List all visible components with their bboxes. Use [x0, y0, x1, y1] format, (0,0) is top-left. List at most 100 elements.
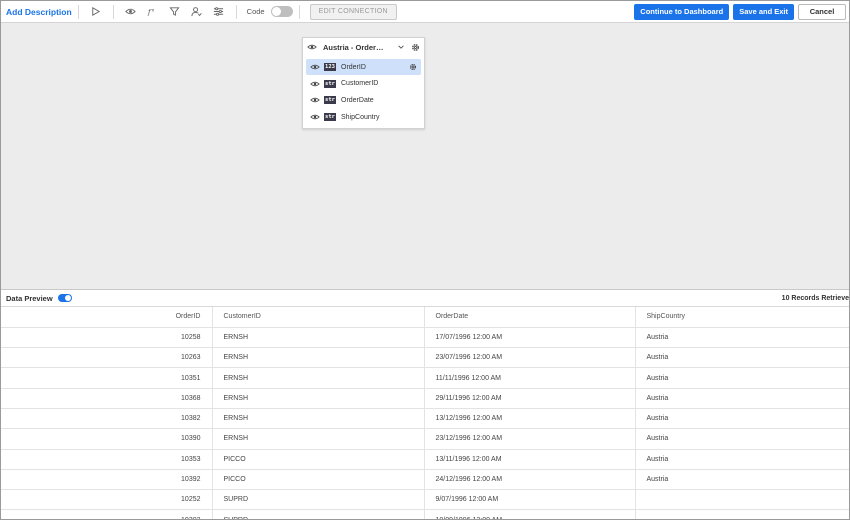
eye-icon[interactable] [307, 43, 317, 51]
field-name: OrderID [341, 63, 366, 71]
cell-shipcountry: Austria [635, 428, 849, 450]
cell-shipcountry: Austria [635, 449, 849, 470]
cell-customerid: PICCO [212, 469, 425, 491]
table-row[interactable]: 10252 SUPRD 9/07/1996 12:00 AM [1, 489, 849, 511]
cell-orderdate: 13/12/1996 12:00 AM [424, 408, 636, 430]
cell-orderdate: 9/07/1996 12:00 AM [424, 489, 636, 511]
type-badge: str [324, 113, 336, 122]
table-row[interactable]: 10382 ERNSH 13/12/1996 12:00 AM Austria [1, 408, 849, 430]
cell-orderdate: 17/07/1996 12:00 AM [424, 327, 636, 349]
eye-icon[interactable] [310, 80, 320, 88]
data-preview-bar: Data Preview 10 Records Retrieve [1, 289, 849, 307]
field-row[interactable]: str ShipCountry [306, 109, 421, 125]
edit-connection-button[interactable]: EDIT CONNECTION [309, 3, 397, 20]
type-badge: str [324, 79, 336, 88]
cell-shipcountry: Austria [635, 347, 849, 369]
code-label: Code [246, 7, 265, 16]
type-badge: str [324, 96, 336, 105]
table-row[interactable]: 10263 ERNSH 23/07/1996 12:00 AM Austria [1, 347, 849, 369]
continue-to-dashboard-button[interactable]: Continue to Dashboard [634, 3, 730, 20]
table-row[interactable]: 10390 ERNSH 23/12/1996 12:00 AM Austria [1, 428, 849, 450]
table-row[interactable]: 10258 ERNSH 17/07/1996 12:00 AM Austria [1, 327, 849, 349]
cell-customerid: SUPRD [212, 489, 425, 511]
cell-orderid: 10392 [1, 469, 213, 491]
cancel-button[interactable]: Cancel [798, 3, 846, 20]
column-header-shipcountry[interactable]: ShipCountry [635, 307, 849, 328]
field-name: OrderDate [341, 96, 374, 104]
cell-orderdate: 23/07/1996 12:00 AM [424, 347, 636, 369]
filter-icon[interactable] [165, 3, 185, 21]
play-icon[interactable] [86, 3, 106, 21]
table-card[interactable]: Austria - Order In... 123 OrderID str Custo… [302, 37, 425, 129]
eye-icon[interactable] [121, 3, 141, 21]
field-name: ShipCountry [341, 113, 380, 121]
settings-sliders-icon[interactable] [209, 3, 229, 21]
column-header-orderid[interactable]: OrderID [1, 307, 213, 328]
field-name: CustomerID [341, 80, 379, 88]
table-row[interactable]: 10392 PICCO 24/12/1996 12:00 AM Austria [1, 469, 849, 491]
cell-shipcountry: Austria [635, 367, 849, 389]
cell-orderid: 10252 [1, 489, 213, 511]
toolbar-divider [235, 4, 237, 19]
field-row[interactable]: str CustomerID [306, 76, 421, 92]
cell-shipcountry: Austria [635, 408, 849, 430]
table-row[interactable]: 10351 ERNSH 11/11/1996 12:00 AM Austria [1, 367, 849, 389]
cell-orderid: 10353 [1, 449, 213, 470]
field-row[interactable]: 123 OrderID [306, 59, 421, 75]
cell-orderdate: 10/09/1996 12:00 AM [424, 509, 636, 519]
cell-orderdate: 29/11/1996 12:00 AM [424, 388, 636, 409]
cell-orderid: 10263 [1, 347, 213, 369]
cell-customerid: ERNSH [212, 428, 425, 450]
column-header-orderdate[interactable]: OrderDate [424, 307, 636, 328]
svg-text:x: x [152, 9, 155, 14]
data-grid: OrderID CustomerID OrderDate ShipCountry… [1, 307, 849, 519]
cell-shipcountry: Austria [635, 469, 849, 491]
cell-orderid: 10382 [1, 408, 213, 430]
user-filter-icon[interactable] [187, 3, 207, 21]
cell-customerid: ERNSH [212, 408, 425, 430]
data-preview-label: Data Preview [6, 293, 53, 303]
chevron-down-icon[interactable] [396, 42, 406, 52]
cell-shipcountry: Austria [635, 388, 849, 409]
eye-icon[interactable] [310, 113, 320, 121]
toolbar-divider [112, 4, 114, 19]
toolbar-divider [298, 4, 300, 19]
table-row[interactable]: 10368 ERNSH 29/11/1996 12:00 AM Austria [1, 388, 849, 409]
records-count: 10 Records Retrieve [781, 294, 849, 302]
field-list: 123 OrderID str CustomerID str OrderDate str Sh… [303, 56, 424, 125]
toolbar-actions: Continue to Dashboard Save and Exit Canc… [634, 3, 846, 20]
data-preview-toggle[interactable] [57, 294, 72, 302]
function-icon[interactable]: fx [143, 3, 163, 21]
save-and-exit-button[interactable]: Save and Exit [733, 3, 794, 20]
table-row[interactable]: 10302SUPRD10/09/1996 12:00 AM [1, 509, 849, 519]
cell-orderdate: 11/11/1996 12:00 AM [424, 367, 636, 389]
cell-customerid: ERNSH [212, 367, 425, 389]
gear-icon[interactable] [410, 42, 420, 52]
cell-shipcountry: Austria [635, 327, 849, 349]
table-row[interactable]: 10353 PICCO 13/11/1996 12:00 AM Austria [1, 449, 849, 470]
cell-orderid: 10351 [1, 367, 213, 389]
cell-orderdate: 23/12/1996 12:00 AM [424, 428, 636, 450]
cell-orderid: 10302 [1, 509, 213, 519]
column-header-customerid[interactable]: CustomerID [212, 307, 425, 328]
cell-customerid: ERNSH [212, 327, 425, 349]
cell-customerid: ERNSH [212, 388, 425, 409]
add-description-link[interactable]: Add Description [6, 7, 72, 17]
cell-customerid: PICCO [212, 449, 425, 470]
type-badge: 123 [324, 63, 336, 71]
cell-orderid: 10390 [1, 428, 213, 450]
cell-shipcountry [635, 509, 849, 519]
field-row[interactable]: str OrderDate [306, 92, 421, 108]
eye-icon[interactable] [310, 96, 320, 104]
cell-shipcountry [635, 489, 849, 511]
table-card-title: Austria - Order In... [323, 42, 385, 52]
app-window: Add Description fx Code EDIT CONNECTION … [0, 0, 850, 520]
code-toggle[interactable] [270, 6, 293, 17]
toolbar-divider [77, 4, 79, 19]
cell-orderid: 10368 [1, 388, 213, 409]
cell-orderdate: 24/12/1996 12:00 AM [424, 469, 636, 491]
gear-icon[interactable] [408, 63, 417, 72]
cell-orderdate: 13/11/1996 12:00 AM [424, 449, 636, 470]
design-canvas[interactable]: Austria - Order In... 123 OrderID str Custo… [1, 23, 849, 289]
eye-icon[interactable] [310, 63, 320, 71]
